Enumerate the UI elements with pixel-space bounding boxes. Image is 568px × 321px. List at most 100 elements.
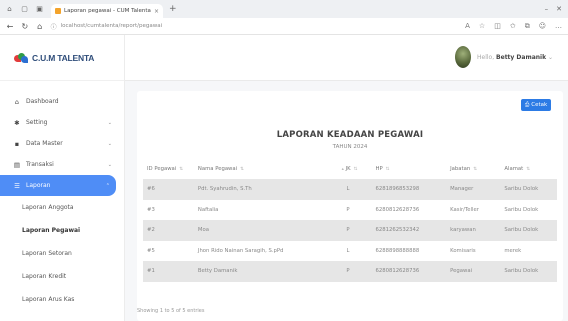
brand-name: C.U.M TALENTA (32, 52, 95, 63)
sidebar-item-setting[interactable]: ✱ Setting ⌄ (0, 112, 118, 133)
split-screen-icon[interactable]: ◫ (494, 22, 501, 31)
sidebar-item-label: Setting (26, 119, 48, 126)
tab-favicon-icon (55, 8, 61, 14)
sidebar-menu: ⌂ Dashboard ✱ Setting ⌄ ▪ Data Master ⌄ … (0, 81, 124, 311)
refresh-icon[interactable]: ↻ (20, 22, 30, 31)
sort-icon: ⇅ (240, 167, 244, 172)
cell-address: Saribu Dolok (500, 179, 557, 200)
url-text: localhost/cumtalenta/report/pegawai (60, 23, 163, 29)
tab-title: Laporan pegawai - CUM Talenta (64, 8, 151, 14)
submenu-laporan-kredit[interactable]: Laporan Kredit (0, 265, 124, 288)
cell-address: Saribu Dolok (500, 220, 557, 241)
home-icon: ⌂ (14, 97, 20, 106)
cell-name: Betty Damanik (193, 261, 321, 282)
cell-name: Moa (193, 220, 321, 241)
table-info: Showing 1 to 5 of 5 entries (137, 308, 205, 314)
column-header-phone[interactable]: HP ⇅ (371, 159, 446, 179)
sort-icon: ⇅ (473, 167, 477, 172)
cell-name: Naftalia (193, 199, 321, 220)
cell-name: Jhon Rido Nainan Saragih, S.pPd (193, 240, 321, 261)
cell-id: #3 (143, 199, 194, 220)
user-menu[interactable]: Hello, Betty Damanik ⌄ (477, 54, 553, 61)
document-icon: ▤ (13, 160, 21, 169)
table-row: #2 Moa P 6281262532342 karyawan Saribu D… (143, 220, 557, 241)
collections-icon[interactable]: ⧉ (525, 22, 530, 31)
column-header-name[interactable]: Nama Pegawai ⇅ (194, 159, 321, 179)
close-window-icon[interactable]: ✕ (556, 5, 562, 13)
read-aloud-icon[interactable]: A (465, 22, 470, 31)
cell-phone: 6280812628736 (371, 199, 447, 220)
sort-icon: ⇅ (385, 167, 390, 172)
cell-name: Pdt. Syahrudin, S.Th (193, 179, 321, 200)
submenu-laporan-pegawai[interactable]: Laporan Pegawai (0, 219, 124, 242)
cell-gender: P (320, 261, 372, 282)
favorite-star-icon[interactable]: ☆ (479, 22, 485, 31)
cell-gender: L (320, 179, 372, 200)
report-card: ⎙ Cetak LAPORAN KEADAAN PEGAWAI TAHUN 20… (137, 91, 563, 321)
cell-address: Saribu Dolok (500, 261, 557, 282)
print-button-label: Cetak (531, 102, 548, 108)
table-row: #5 Jhon Rido Nainan Saragih, S.pPd L 628… (143, 240, 557, 261)
tab-actions-icon[interactable]: ▣ (34, 4, 45, 15)
report-title: LAPORAN KEADAAN PEGAWAI (276, 130, 424, 140)
cell-id: #1 (143, 261, 194, 282)
more-icon[interactable]: … (555, 22, 562, 31)
list-icon: ☰ (14, 181, 20, 190)
submenu-laporan-arus-kas[interactable]: Laporan Arus Kas (0, 288, 124, 311)
cell-id: #5 (143, 240, 194, 261)
info-icon[interactable]: ⓘ (51, 22, 57, 31)
sidebar-item-label: Transaksi (26, 161, 54, 168)
main-content: ⎙ Cetak LAPORAN KEADAAN PEGAWAI TAHUN 20… (125, 81, 568, 321)
avatar[interactable] (455, 46, 471, 68)
employee-table: ID Pegawai ⇅ Nama Pegawai ⇅ ▴ JK ⇅ HP ⇅ Jaba… (143, 159, 557, 282)
sort-icon: ⇅ (179, 167, 184, 172)
column-header-gender[interactable]: ▴ JK ⇅ (321, 159, 372, 179)
cell-address: Saribu Dolok (500, 199, 557, 220)
favorites-icon[interactable]: ✩ (510, 22, 516, 31)
minimize-icon[interactable]: – (545, 5, 549, 13)
database-icon: ▪ (14, 139, 20, 148)
sidebar-item-label: Data Master (26, 140, 63, 147)
cell-gender: P (320, 220, 372, 241)
cell-position: Komisaris (446, 240, 501, 261)
cell-id: #6 (143, 179, 194, 200)
chevron-down-icon: ⌄ (107, 140, 112, 147)
browser-tab[interactable]: Laporan pegawai - CUM Talenta × (51, 4, 163, 18)
sidebar-toggle-icon[interactable]: ▢ (19, 4, 30, 15)
table-row: #1 Betty Damanik P 6280812628736 Pegawai… (143, 261, 557, 282)
column-header-position[interactable]: Jabatan ⇅ (446, 159, 500, 179)
new-tab-button[interactable]: + (169, 4, 177, 14)
cell-position: karyawan (446, 220, 501, 241)
browser-tab-bar: ⌂ ▢ ▣ Laporan pegawai - CUM Talenta × + … (0, 0, 568, 18)
cell-position: Pegawai (446, 261, 501, 282)
sidebar-item-data-master[interactable]: ▪ Data Master ⌄ (0, 133, 118, 154)
print-button[interactable]: ⎙ Cetak (521, 99, 551, 111)
url-field[interactable]: ⓘ localhost/cumtalenta/report/pegawai (51, 20, 466, 32)
sidebar-item-transaksi[interactable]: ▤ Transaksi ⌄ (0, 154, 118, 175)
cell-id: #2 (143, 220, 194, 241)
chevron-down-icon: ⌄ (107, 161, 112, 168)
column-header-address[interactable]: Alamat ⇅ (500, 159, 557, 179)
submenu-laporan-setoran[interactable]: Laporan Setoran (0, 242, 124, 265)
sidebar: C.U.M TALENTA ⌂ Dashboard ✱ Setting ⌄ ▪ … (0, 35, 125, 321)
report-subtitle: TAHUN 2024 (332, 144, 368, 150)
sidebar-item-dashboard[interactable]: ⌂ Dashboard (0, 91, 118, 112)
brand-logo-icon (14, 52, 28, 63)
brand[interactable]: C.U.M TALENTA (0, 35, 124, 81)
submenu-laporan-anggota[interactable]: Laporan Anggota (0, 196, 124, 219)
cell-phone: 6281262532342 (371, 220, 447, 241)
back-icon[interactable]: ← (5, 22, 15, 31)
sort-icon: ⇅ (526, 167, 530, 172)
user-name: Betty Damanik (496, 54, 547, 61)
table-header-row: ID Pegawai ⇅ Nama Pegawai ⇅ ▴ JK ⇅ HP ⇅ Jaba… (143, 159, 557, 179)
chevron-down-icon: ⌄ (107, 119, 112, 126)
profile-icon[interactable]: ⌂ (4, 4, 15, 15)
sidebar-item-laporan[interactable]: ☰ Laporan ⌃ (0, 175, 116, 196)
profile-avatar-icon[interactable]: ☺ (539, 22, 546, 31)
tab-close-icon[interactable]: × (154, 8, 159, 15)
column-header-id[interactable]: ID Pegawai ⇅ (143, 159, 194, 179)
chevron-down-icon: ⌄ (548, 54, 554, 61)
chevron-up-icon: ⌃ (105, 182, 110, 189)
table-row: #6 Pdt. Syahrudin, S.Th L 6281896853298 … (143, 179, 557, 200)
home-icon[interactable]: ⌂ (35, 22, 45, 31)
